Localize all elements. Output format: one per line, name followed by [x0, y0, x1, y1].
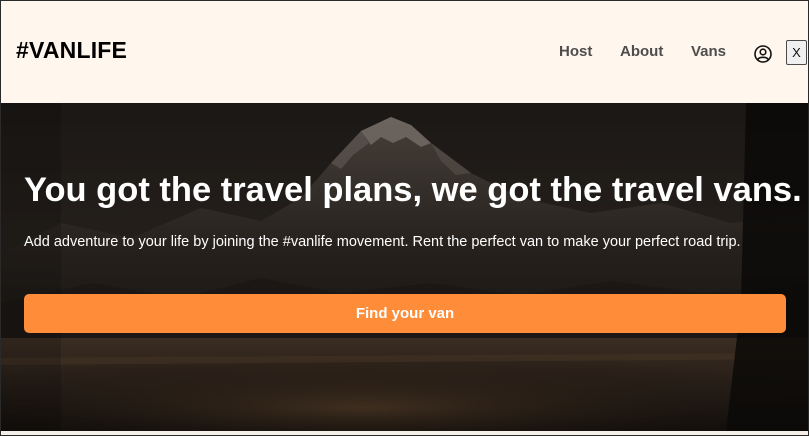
hero-subtitle: Add adventure to your life by joining th… — [24, 234, 741, 250]
close-button[interactable]: X — [786, 40, 807, 65]
hero-section: You got the travel plans, we got the tra… — [1, 103, 808, 431]
hero-title: You got the travel plans, we got the tra… — [24, 171, 802, 209]
nav-link-host[interactable]: Host — [559, 43, 592, 60]
find-your-van-button[interactable]: Find your van — [24, 294, 786, 333]
footer-edge — [1, 431, 808, 435]
site-logo[interactable]: #VANLIFE — [16, 37, 127, 64]
browser-viewport: #VANLIFE Host About Vans X You got the t… — [0, 0, 809, 436]
site-header: #VANLIFE Host About Vans X — [1, 1, 808, 103]
nav-link-vans[interactable]: Vans — [691, 43, 726, 60]
nav-link-about[interactable]: About — [620, 43, 663, 60]
user-circle-icon[interactable] — [753, 44, 773, 64]
hero-background-image — [1, 103, 808, 431]
